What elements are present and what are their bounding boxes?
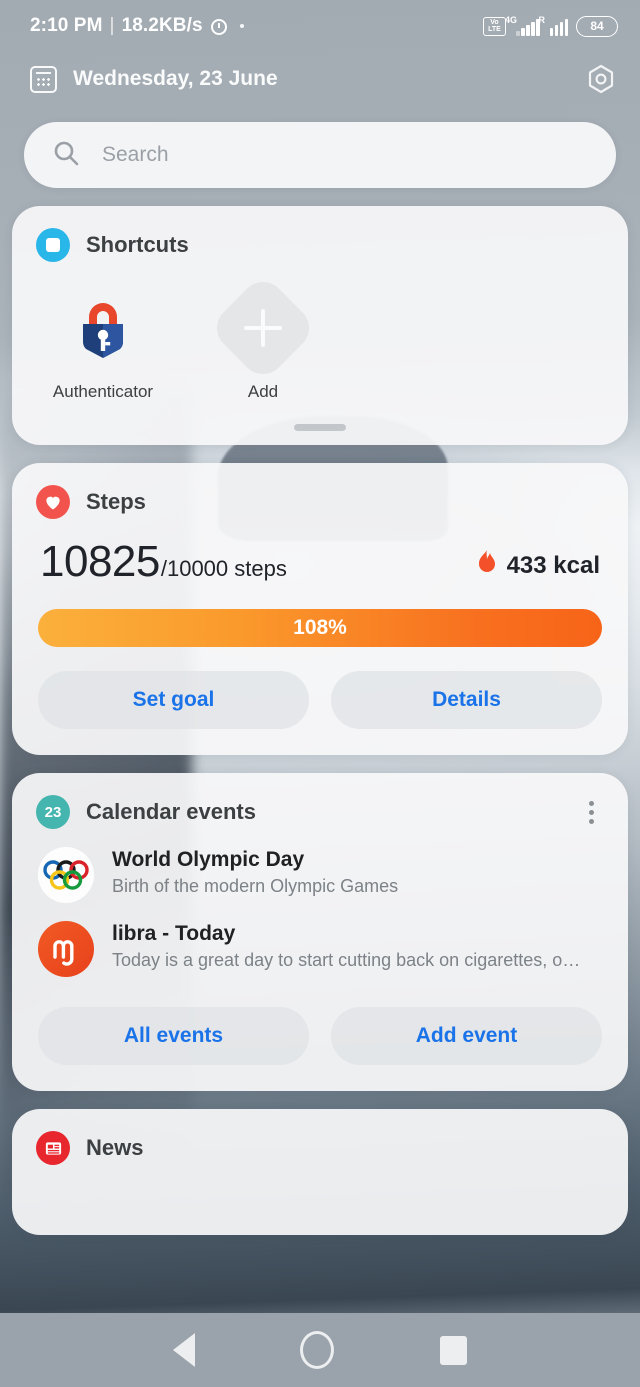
event-description: Today is a great day to start cutting ba… [112, 950, 582, 970]
news-card-header: News [12, 1109, 628, 1165]
search-bar[interactable]: Search [24, 122, 616, 188]
set-goal-button[interactable]: Set goal [38, 671, 309, 729]
all-events-button[interactable]: All events [38, 1007, 309, 1065]
steps-button-row: Set goal Details [12, 647, 628, 755]
news-title: News [86, 1135, 144, 1160]
zodiac-libra-icon [38, 921, 94, 977]
status-bar-right: Vo LTE 4G R 84 [483, 15, 618, 37]
status-bar-left: 2:10 PM | 18.2KB/s [30, 15, 244, 37]
calendar-badge-number: 23 [44, 803, 62, 821]
event-title: World Olympic Day [112, 848, 305, 871]
newspaper-icon [36, 1131, 70, 1165]
olympic-rings-icon [38, 847, 94, 903]
steps-progress-label: 108% [293, 616, 347, 639]
calendar-card-header: 23 Calendar events [12, 773, 628, 829]
network-speed: 18.2KB/s [121, 15, 203, 36]
back-button[interactable] [172, 1333, 195, 1367]
event-title: libra - Today [112, 922, 236, 945]
volte-top-text: Vo [490, 19, 499, 26]
calendar-icon[interactable] [30, 65, 57, 93]
news-content-area [12, 1165, 628, 1235]
shortcut-item-authenticator[interactable]: Authenticator [44, 288, 162, 402]
signal-sim2-icon: R [539, 15, 568, 36]
current-date-label: Wednesday, 23 June [73, 67, 278, 90]
calendar-title: Calendar events [86, 799, 256, 824]
sim1-network-label: 4G [505, 14, 518, 25]
steps-title: Steps [86, 489, 146, 514]
status-separator: | [109, 15, 115, 36]
heart-icon [36, 485, 70, 519]
calendar-button-row: All events Add event [12, 977, 628, 1091]
authenticator-padlock-icon [63, 288, 143, 368]
status-bar: 2:10 PM | 18.2KB/s Vo LTE 4G R 84 [0, 0, 640, 52]
search-icon [52, 139, 80, 172]
shortcut-item-add[interactable]: Add [204, 272, 322, 402]
shortcuts-title: Shortcuts [86, 232, 189, 257]
calendar-day-badge: 23 [36, 795, 70, 829]
steps-card: Steps 10825 /10000 steps 433 kcal 108% S… [12, 463, 628, 755]
add-event-button[interactable]: Add event [331, 1007, 602, 1065]
battery-indicator: 84 [576, 15, 618, 37]
steps-progress-bar: 108% [38, 609, 602, 647]
status-time: 2:10 PM [30, 15, 103, 36]
recents-button[interactable] [440, 1335, 468, 1365]
details-button[interactable]: Details [331, 671, 602, 729]
plus-icon [207, 272, 319, 384]
shortcut-label: Add [247, 382, 279, 401]
home-button[interactable] [300, 1331, 335, 1369]
sim2-network-label: R [538, 14, 546, 25]
calories-value: 433 kcal [506, 551, 600, 579]
date-header-left: Wednesday, 23 June [30, 65, 278, 93]
shortcuts-icon [36, 228, 70, 262]
hexagon-settings-icon[interactable] [584, 62, 618, 96]
calendar-event-row[interactable]: libra - Today Today is a great day to st… [12, 903, 628, 977]
steps-summary: 10825 /10000 steps 433 kcal [12, 519, 628, 587]
date-header: Wednesday, 23 June [0, 52, 640, 106]
event-description: Birth of the modern Olympic Games [112, 876, 399, 896]
shortcuts-card: Shortcuts Authenticator Add [12, 206, 628, 445]
steps-goal-suffix: /10000 steps [160, 556, 287, 581]
navigation-bar [0, 1313, 640, 1387]
signal-sim1-icon: 4G [505, 15, 540, 36]
calories-group: 433 kcal [476, 549, 600, 587]
kebab-menu-icon[interactable] [578, 799, 604, 825]
battery-level-text: 84 [590, 19, 604, 33]
steps-count-group: 10825 /10000 steps [40, 537, 287, 587]
drag-handle[interactable] [294, 424, 346, 431]
shortcuts-list: Authenticator Add [12, 262, 628, 414]
steps-count: 10825 [40, 537, 160, 586]
calendar-events-card: 23 Calendar events World Olympic Day Bir… [12, 773, 628, 1091]
calendar-event-row[interactable]: World Olympic Day Birth of the modern Ol… [12, 829, 628, 903]
status-dot-icon [239, 24, 244, 28]
flame-icon [476, 549, 498, 582]
news-card: News [12, 1109, 628, 1235]
alarm-clock-icon [210, 17, 229, 36]
widget-feed: Search Shortcuts Authenticator Add Steps… [0, 106, 640, 1235]
volte-bottom-text: LTE [488, 26, 501, 33]
search-input[interactable]: Search [102, 143, 169, 167]
shortcuts-card-header: Shortcuts [12, 206, 628, 262]
shortcut-label: Authenticator [52, 382, 154, 401]
volte-icon: Vo LTE [483, 16, 506, 36]
steps-card-header: Steps [12, 463, 628, 519]
